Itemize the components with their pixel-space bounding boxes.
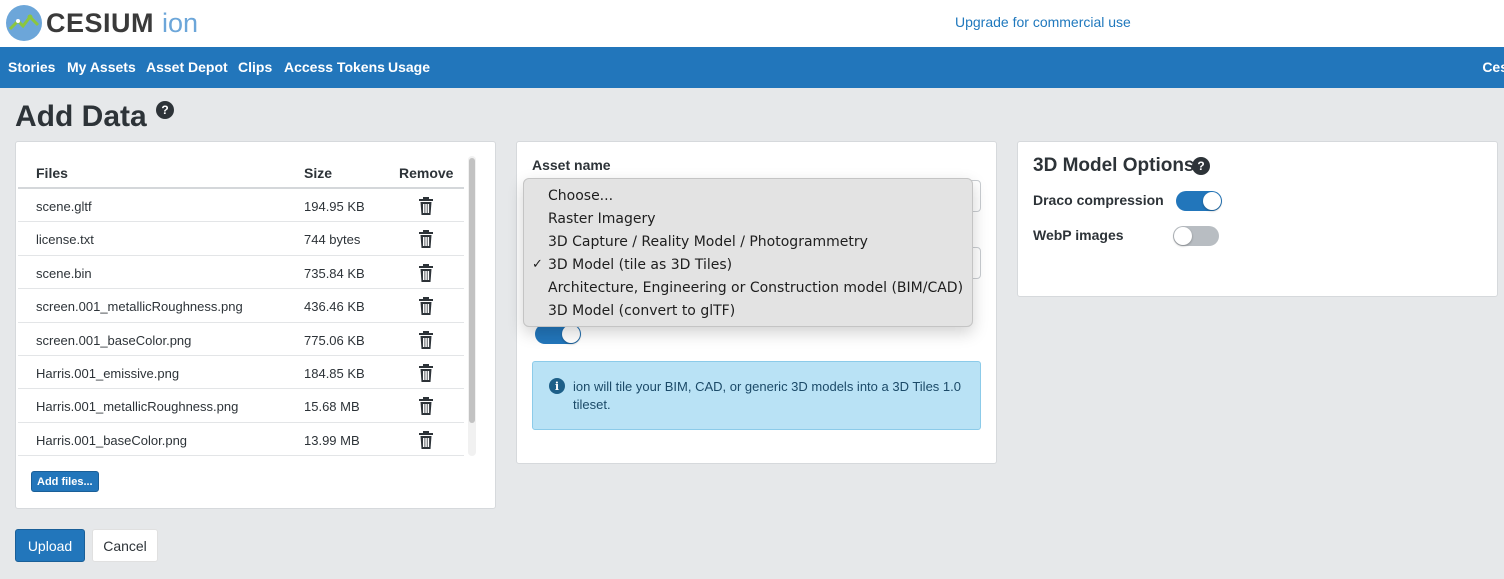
size-column-header: Size (304, 165, 333, 181)
file-name: Harris.001_baseColor.png (36, 432, 188, 448)
cancel-button[interactable]: Cancel (92, 529, 158, 562)
files-table-header: Files Size Remove (18, 158, 464, 189)
top-header: CESIUM ion Upgrade for commercial use (0, 0, 1504, 47)
file-name: screen.001_baseColor.png (36, 332, 192, 348)
trash-icon[interactable] (418, 230, 434, 249)
toggle-knob (562, 325, 580, 343)
middle-option-toggle[interactable] (535, 324, 581, 344)
selected-checkmark: ✓ (532, 257, 543, 272)
option-3d-model-gltf[interactable]: 3D Model (convert to glTF) (548, 303, 735, 319)
file-size: 436.46 KB (304, 299, 365, 315)
file-size: 744 bytes (304, 232, 361, 248)
file-size: 775.06 KB (304, 332, 365, 348)
nav-stories[interactable]: Stories (8, 59, 55, 75)
upgrade-link[interactable]: Upgrade for commercial use (955, 14, 1131, 30)
asset-type-dropdown: Choose... Raster Imagery 3D Capture / Re… (523, 178, 973, 327)
file-name: Harris.001_emissive.png (36, 365, 180, 381)
toggle-knob (1203, 192, 1221, 210)
file-row: Harris.001_emissive.png 184.85 KB (18, 356, 464, 390)
page-title: Add Data (15, 100, 147, 133)
asset-name-label: Asset name (532, 157, 611, 173)
file-rows: scene.gltf 194.95 KB license.txt 744 bytes s… (18, 189, 464, 457)
files-table: Files Size Remove scene.gltf 194.95 KB lic… (18, 158, 464, 457)
trash-icon[interactable] (418, 397, 434, 416)
file-name: screen.001_metallicRoughness.png (36, 299, 243, 315)
file-size: 194.95 KB (304, 199, 365, 214)
file-row: Harris.001_baseColor.png 13.99 MB (18, 423, 464, 457)
help-icon[interactable]: ? (156, 101, 174, 119)
draco-label: Draco compression (1033, 192, 1164, 208)
file-size: 15.68 MB (304, 399, 360, 415)
upload-button[interactable]: Upload (15, 529, 85, 562)
info-text: ion will tile your BIM, CAD, or generic … (573, 379, 961, 412)
options-help-icon[interactable]: ? (1192, 157, 1210, 175)
option-choose[interactable]: Choose... (548, 188, 613, 204)
nav-usage[interactable]: Usage (388, 59, 430, 75)
file-row: Harris.001_metallicRoughness.png 15.68 MB (18, 389, 464, 423)
file-row: screen.001_baseColor.png 775.06 KB (18, 323, 464, 356)
main-nav: Stories My Assets Asset Depot Clips Acce… (0, 47, 1504, 88)
files-scrollbar-thumb[interactable] (469, 158, 475, 423)
add-files-button[interactable]: Add files... (31, 471, 99, 492)
file-name: license.txt (36, 232, 94, 248)
option-raster-imagery[interactable]: Raster Imagery (548, 211, 656, 227)
file-size: 13.99 MB (304, 432, 360, 448)
nav-access-tokens[interactable]: Access Tokens (284, 59, 385, 75)
file-size: 184.85 KB (304, 365, 365, 381)
files-column-header: Files (36, 165, 68, 181)
trash-icon[interactable] (418, 263, 434, 282)
file-row: scene.gltf 194.95 KB (18, 189, 464, 223)
file-name: scene.gltf (36, 199, 92, 214)
file-row: license.txt 744 bytes (18, 222, 464, 256)
file-row: screen.001_metallicRoughness.png 436.46 K… (18, 289, 464, 323)
file-size: 735.84 KB (304, 265, 365, 281)
info-icon: i (549, 378, 565, 394)
trash-icon[interactable] (418, 363, 434, 382)
file-name: Harris.001_metallicRoughness.png (36, 399, 239, 415)
webp-label: WebP images (1033, 227, 1124, 243)
file-row: scene.bin 735.84 KB (18, 256, 464, 290)
webp-toggle[interactable] (1173, 226, 1219, 246)
logo-ion-text: ion (162, 7, 199, 38)
cesium-logo-icon (6, 5, 42, 41)
model-options-title: 3D Model Options (1033, 155, 1195, 176)
nav-user-menu[interactable]: Ces (1482, 59, 1504, 75)
option-3d-capture[interactable]: 3D Capture / Reality Model / Photogramme… (548, 234, 868, 250)
toggle-knob (1174, 227, 1192, 245)
nav-my-assets[interactable]: My Assets (67, 59, 136, 75)
option-aec-model[interactable]: Architecture, Engineering or Constructio… (548, 280, 963, 296)
trash-icon[interactable] (418, 330, 434, 349)
file-name: scene.bin (36, 265, 92, 281)
draco-toggle[interactable] (1176, 191, 1222, 211)
trash-icon[interactable] (418, 297, 434, 316)
logo-cesium-text: CESIUM (46, 7, 155, 38)
info-alert: i ion will tile your BIM, CAD, or generi… (532, 361, 981, 430)
option-3d-model-tiles[interactable]: 3D Model (tile as 3D Tiles) (548, 257, 732, 273)
trash-icon[interactable] (418, 197, 434, 215)
cesium-ion-logo[interactable]: CESIUM ion (6, 4, 198, 42)
trash-icon[interactable] (418, 430, 434, 449)
nav-clips[interactable]: Clips (238, 59, 272, 75)
remove-column-header: Remove (399, 165, 454, 181)
nav-asset-depot[interactable]: Asset Depot (146, 59, 228, 75)
